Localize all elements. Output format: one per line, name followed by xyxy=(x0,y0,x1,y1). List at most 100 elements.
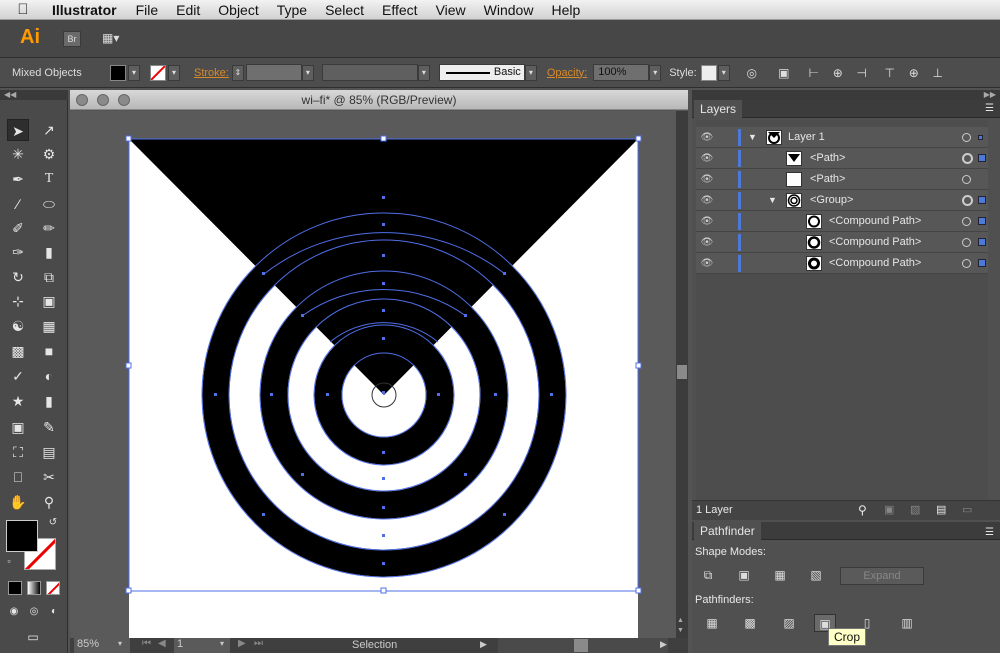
horizontal-scrollbar[interactable] xyxy=(498,638,668,653)
menu-object[interactable]: Object xyxy=(209,2,267,18)
create-sublayer-icon[interactable]: ▧ xyxy=(910,503,920,516)
align-to-icon[interactable]: ▣ xyxy=(776,65,792,81)
zoom-tool-icon[interactable]: ⚲ xyxy=(38,491,60,513)
blob-brush-tool-icon[interactable]: ✑ xyxy=(7,241,29,263)
ruler-tool-icon[interactable]: ▤ xyxy=(38,441,60,463)
pathfinder-tab[interactable]: Pathfinder xyxy=(694,522,761,540)
delete-layer-icon[interactable]: ▭ xyxy=(962,503,972,516)
stroke-dropdown-icon[interactable]: ▾ xyxy=(168,64,180,81)
menu-file[interactable]: File xyxy=(127,2,168,18)
artboard-dropdown-icon[interactable]: ▾ xyxy=(220,639,224,648)
tools-panel-collapse-icon[interactable]: ◀◀ xyxy=(0,90,68,100)
target-circle-icon[interactable] xyxy=(962,175,971,184)
disclosure-triangle-icon[interactable]: ▼ xyxy=(748,127,757,148)
layers-tab[interactable]: Layers xyxy=(694,100,743,118)
align-bottom-icon[interactable]: ⊥ xyxy=(930,65,946,81)
layer-row-compound-path-1[interactable]: 👁 <Compound Path> xyxy=(696,211,988,232)
apple-icon[interactable]:  xyxy=(0,1,46,18)
visibility-eye-icon[interactable]: 👁 xyxy=(698,232,716,253)
layers-panel-menu-icon[interactable]: ☰ xyxy=(985,100,994,118)
selection-indicator[interactable] xyxy=(978,238,986,246)
layer-row-group[interactable]: 👁 ▼ <Group> xyxy=(696,190,988,211)
minus-back-icon[interactable]: ▥ xyxy=(896,614,918,632)
trim-icon[interactable]: ▩ xyxy=(739,614,761,632)
variable-width-field[interactable] xyxy=(321,64,418,81)
stroke-weight-dropdown-icon[interactable]: ▾ xyxy=(301,64,314,81)
fill-swatch[interactable] xyxy=(110,64,126,81)
opacity-field[interactable]: 100% xyxy=(593,64,650,81)
none-mode-icon[interactable] xyxy=(46,581,60,595)
mesh-tool-icon[interactable]: ▩ xyxy=(7,340,29,362)
visibility-eye-icon[interactable]: 👁 xyxy=(698,148,716,169)
unite-icon[interactable]: ⧉ xyxy=(697,566,719,584)
pen-tool-icon[interactable]: ✒ xyxy=(7,168,29,190)
scroll-up-icon[interactable]: ▲ xyxy=(677,617,687,625)
first-artboard-icon[interactable]: ⏮ xyxy=(142,638,151,649)
eyedropper-tool-icon[interactable]: ✓ xyxy=(7,365,29,387)
graphic-style-swatch[interactable] xyxy=(700,64,717,81)
gradient-mode-icon[interactable] xyxy=(27,581,41,595)
slice-tool-icon[interactable]: ✎ xyxy=(38,416,60,438)
merge-icon[interactable]: ▨ xyxy=(778,614,800,632)
opacity-dropdown-icon[interactable]: ▾ xyxy=(649,64,662,81)
layer-name[interactable]: <Compound Path> xyxy=(829,211,921,232)
previous-artboard-icon[interactable]: ◀ xyxy=(158,638,166,649)
stroke-weight-field[interactable] xyxy=(245,64,302,81)
layer-name[interactable]: Layer 1 xyxy=(788,127,825,148)
arrange-documents-icon[interactable]: ▦▾ xyxy=(102,31,130,47)
divide-icon[interactable]: ▦ xyxy=(701,614,723,632)
default-colors-icon[interactable]: ▫ xyxy=(2,554,16,568)
column-graph-tool-icon[interactable]: ▮ xyxy=(38,390,60,412)
scroll-down-icon[interactable]: ▼ xyxy=(677,627,687,635)
minus-front-icon[interactable]: ▣ xyxy=(733,566,755,584)
gradient-tool-icon[interactable]: ■ xyxy=(38,340,60,362)
layer-name[interactable]: <Compound Path> xyxy=(829,232,921,253)
pencil-tool-icon[interactable]: ✏ xyxy=(38,217,60,239)
layer-row-compound-path-2[interactable]: 👁 <Compound Path> xyxy=(696,232,988,253)
artboard-canvas[interactable] xyxy=(70,111,676,638)
visibility-eye-icon[interactable]: 👁 xyxy=(698,253,716,274)
free-transform-tool-icon[interactable]: ▣ xyxy=(38,290,60,312)
paintbrush-tool-icon[interactable]: ✐ xyxy=(7,217,29,239)
artboard-tool-icon[interactable]: ▣ xyxy=(7,416,29,438)
visibility-eye-icon[interactable]: 👁 xyxy=(698,127,716,148)
selection-indicator[interactable] xyxy=(978,259,986,267)
target-circle-icon[interactable] xyxy=(962,195,973,206)
eraser-tool-icon[interactable]: ▮ xyxy=(38,241,60,263)
stroke-label[interactable]: Stroke: xyxy=(194,67,229,79)
shape-builder-tool-icon[interactable]: ☯ xyxy=(7,315,29,337)
exclude-icon[interactable]: ▧ xyxy=(805,566,827,584)
swap-fill-stroke-icon[interactable]: ↺ xyxy=(46,516,60,530)
stroke-none-swatch[interactable] xyxy=(150,64,166,81)
visibility-eye-icon[interactable]: 👁 xyxy=(698,190,716,211)
layer-name[interactable]: <Compound Path> xyxy=(829,253,921,274)
scissors-tool-icon[interactable]: ✂ xyxy=(38,466,60,488)
layer-row-path-2[interactable]: 👁 <Path> xyxy=(696,169,988,190)
align-top-icon[interactable]: ⊤ xyxy=(882,65,898,81)
layer-name[interactable]: <Group> xyxy=(810,190,853,211)
expand-button[interactable]: Expand xyxy=(840,567,924,585)
menu-window[interactable]: Window xyxy=(475,2,543,18)
opacity-label[interactable]: Opacity: xyxy=(547,67,587,79)
visibility-eye-icon[interactable]: 👁 xyxy=(698,169,716,190)
draw-normal-icon[interactable]: ◉ xyxy=(6,604,22,620)
hand-tool-icon[interactable]: ✋ xyxy=(7,491,29,513)
zoom-window-icon[interactable] xyxy=(118,94,130,106)
disclosure-triangle-icon[interactable]: ▼ xyxy=(768,190,777,211)
menu-effect[interactable]: Effect xyxy=(373,2,427,18)
align-left-icon[interactable]: ⊢ xyxy=(806,65,822,81)
screen-mode-icon[interactable]: ▭ xyxy=(20,628,46,646)
selection-indicator[interactable] xyxy=(978,196,986,204)
scale-tool-icon[interactable]: ⧉ xyxy=(38,266,60,288)
brush-definition-field[interactable]: Basic xyxy=(438,64,525,81)
magic-wand-tool-icon[interactable]: ✳ xyxy=(7,143,29,165)
selection-indicator[interactable] xyxy=(978,154,986,162)
variable-width-dropdown-icon[interactable]: ▾ xyxy=(417,64,430,81)
draw-behind-icon[interactable]: ◎ xyxy=(26,604,42,620)
target-circle-icon[interactable] xyxy=(962,238,971,247)
selection-indicator[interactable] xyxy=(978,135,983,140)
fill-dropdown-icon[interactable]: ▾ xyxy=(128,64,140,81)
layer-row-path-1[interactable]: 👁 <Path> xyxy=(696,148,988,169)
layer-name[interactable]: <Path> xyxy=(810,148,845,169)
ellipse-tool-icon[interactable]: ⬭ xyxy=(38,193,60,215)
